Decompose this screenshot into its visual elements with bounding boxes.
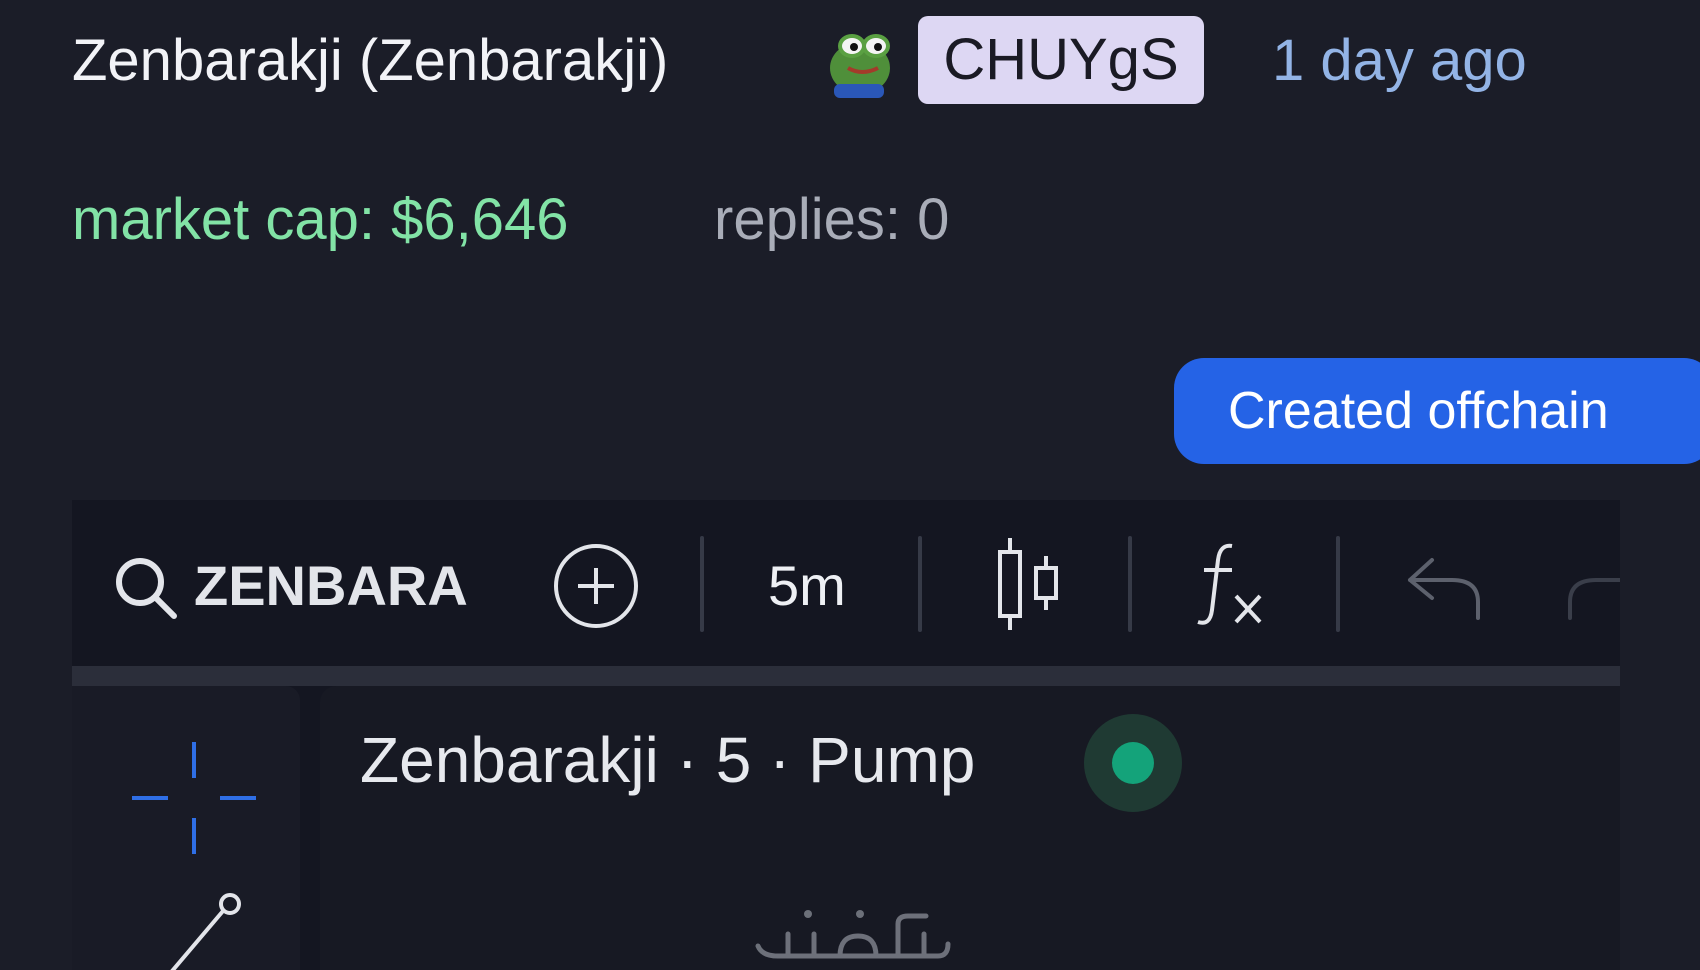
search-icon[interactable] — [112, 554, 182, 624]
replies-count: replies: 0 — [714, 187, 950, 252]
market-cap: market cap: $6,646 — [72, 187, 569, 252]
toolbar-separator — [1336, 536, 1340, 632]
toolbar-separator — [1128, 536, 1132, 632]
candlestick-icon[interactable] — [990, 536, 1070, 632]
fx-icon[interactable] — [1192, 540, 1272, 630]
toolbar-separator — [918, 536, 922, 632]
chart-area[interactable]: Zenbarakji · 5 · Pump — [320, 686, 1620, 970]
redo-icon[interactable] — [1566, 552, 1620, 622]
chart-legend-title: Zenbarakji · 5 · Pump — [360, 724, 976, 796]
add-icon[interactable] — [552, 542, 640, 630]
created-offchain-button[interactable]: Created offchain — [1174, 358, 1700, 464]
market-status-indicator[interactable] — [1084, 714, 1182, 812]
token-title: Zenbarakji (Zenbarakji) — [72, 28, 669, 93]
toolbar-divider — [72, 666, 1620, 686]
drawing-toolbar — [72, 686, 300, 970]
chart-toolbar: ZENBARA 5m — [72, 500, 1620, 666]
frog-avatar-icon — [830, 34, 890, 98]
ticker-badge: CHUYgS — [918, 16, 1204, 104]
trendline-icon[interactable] — [152, 882, 252, 970]
toolbar-separator — [700, 536, 704, 632]
time-ago: 1 day ago — [1272, 28, 1527, 93]
crosshair-icon[interactable] — [132, 742, 256, 854]
symbol-search-label[interactable]: ZENBARA — [194, 548, 468, 624]
status-dot — [1112, 742, 1154, 784]
watermark-logo — [755, 910, 951, 959]
interval-button[interactable]: 5m — [768, 548, 846, 624]
undo-icon[interactable] — [1402, 552, 1486, 622]
